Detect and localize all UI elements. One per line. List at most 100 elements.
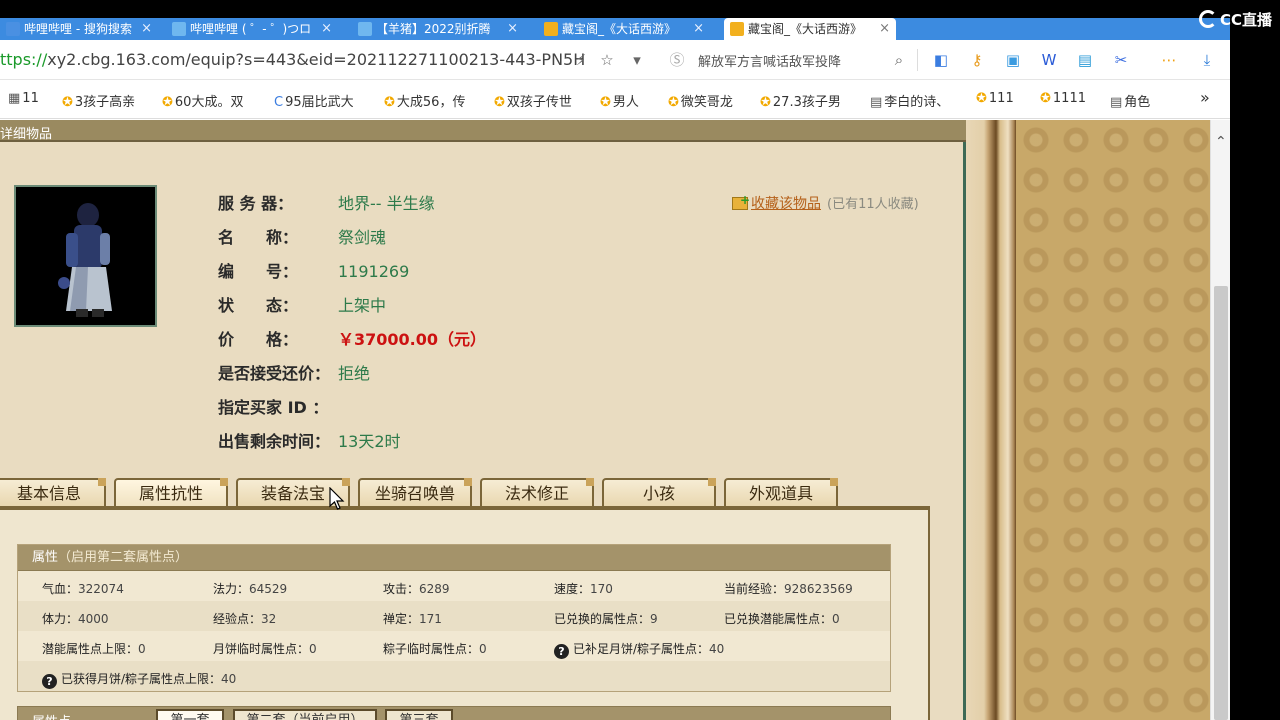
buyer-row: 指定买家 ID ： bbox=[218, 394, 338, 417]
bookmark-item[interactable]: ✪ 男人 bbox=[600, 91, 639, 110]
bookmark-item[interactable]: ▤ 李白的诗、 bbox=[870, 91, 949, 110]
browser-tab-label: 哔哩哔哩 ( ゜- ゜)つロ bbox=[190, 22, 312, 36]
name-label: 名 称： bbox=[218, 228, 299, 247]
search-icon[interactable]: ⌕ bbox=[890, 51, 908, 69]
subtab-set-1[interactable]: 第一套 bbox=[156, 709, 224, 720]
decorative-frame bbox=[966, 120, 1016, 720]
bookmarks-more-button[interactable]: » bbox=[1200, 88, 1210, 107]
bookmark-item[interactable]: ✪ 111 bbox=[976, 91, 1014, 106]
close-icon[interactable]: × bbox=[507, 18, 518, 40]
server-value: 地界-- 半生缘 bbox=[338, 194, 435, 213]
bookmark-item[interactable]: ✪ 双孩子传世 bbox=[494, 91, 572, 110]
server-row: 服 务 器： 地界-- 半生缘 bbox=[218, 190, 435, 213]
bookmark-item[interactable]: ✪ 微笑哥龙 bbox=[668, 91, 733, 110]
name-row: 名 称： 祭剑魂 bbox=[218, 224, 387, 247]
sogou-icon bbox=[6, 22, 20, 36]
price-value: ￥37000.00（元） bbox=[338, 330, 487, 349]
tab-6[interactable]: 外观道具 bbox=[724, 478, 838, 508]
subtab-set-3[interactable]: 第三套 bbox=[385, 709, 453, 720]
close-icon[interactable]: × bbox=[693, 18, 704, 40]
browser-tab[interactable]: 藏宝阁_《大话西游》 × bbox=[538, 18, 710, 40]
doc-icon: ▤ bbox=[870, 95, 883, 110]
key-icon[interactable]: ⚷ bbox=[968, 51, 986, 69]
bookmark-item[interactable]: ▤ 角色 bbox=[1110, 91, 1150, 110]
subtab-set-2[interactable]: 第二套（当前启用） bbox=[233, 709, 377, 720]
favorite-area: 收藏该物品 (已有11人收藏) bbox=[732, 193, 919, 213]
bargain-row: 是否接受还价： 拒绝 bbox=[218, 360, 370, 383]
help-icon[interactable]: ? bbox=[42, 674, 57, 689]
remain-value: 13天2时 bbox=[338, 432, 401, 451]
bookmark-item[interactable]: ✪ 1111 bbox=[1040, 91, 1086, 106]
close-icon[interactable]: × bbox=[141, 18, 152, 40]
browser-tab[interactable]: 藏宝阁_《大话西游》 × bbox=[724, 18, 896, 40]
scroll-up-icon[interactable]: ⌃ bbox=[1215, 134, 1227, 150]
attributes-tab-panel: 属性（启用第二套属性点） 气血：322074 法力：64529 攻击：6289 速度：… bbox=[0, 510, 930, 720]
attributes-title: 属性 bbox=[32, 550, 59, 565]
browser-tab[interactable]: 【羊猪】2022别折腾 × bbox=[352, 18, 524, 40]
dropdown-icon[interactable]: ▾ bbox=[628, 51, 646, 69]
star-icon: ✪ bbox=[760, 95, 771, 110]
points-title: 属性点 bbox=[32, 711, 71, 720]
attribute-value: 0 bbox=[309, 642, 317, 656]
favorite-link[interactable]: 收藏该物品 bbox=[751, 196, 821, 212]
scissors-icon[interactable]: ✂ bbox=[1112, 51, 1130, 69]
search-hint[interactable]: 解放军方言喊话敌军投降 bbox=[698, 51, 841, 70]
attributes-section: 属性（启用第二套属性点） 气血：322074 法力：64529 攻击：6289 速度：… bbox=[17, 544, 891, 692]
tab-strip: 哔哩哔哩 - 搜狗搜索 × 哔哩哔哩 ( ゜- ゜)つロ × 【羊猪】2022别折腾 × 藏… bbox=[0, 18, 1230, 40]
id-label: 编 号： bbox=[218, 262, 299, 281]
attribute-value: 6289 bbox=[419, 582, 450, 596]
compat-mode-icon[interactable]: ⚡ bbox=[572, 51, 590, 69]
bookmark-item[interactable]: C 95届比武大 bbox=[274, 91, 354, 110]
recording-top-bar bbox=[0, 0, 1280, 18]
scrollbar-thumb[interactable] bbox=[1214, 286, 1228, 720]
extension-icon[interactable]: ◧ bbox=[932, 51, 950, 69]
attribute-value: 64529 bbox=[249, 582, 288, 596]
browser-tab[interactable]: 哔哩哔哩 ( ゜- ゜)つロ × bbox=[166, 18, 338, 40]
tab-0[interactable]: 基本信息 bbox=[0, 478, 106, 508]
tab-5[interactable]: 小孩 bbox=[602, 478, 716, 508]
attribute: 粽子临时属性点：0 bbox=[383, 640, 487, 657]
page-scrollbar[interactable]: ⌃ bbox=[1210, 120, 1230, 720]
attribute: 已兑换潜能属性点：0 bbox=[724, 610, 840, 627]
bookmark-label: 男人 bbox=[612, 95, 639, 110]
close-icon[interactable]: × bbox=[879, 18, 890, 40]
close-icon[interactable]: × bbox=[321, 18, 332, 40]
help-icon[interactable]: ? bbox=[554, 644, 569, 659]
attribute-value: 32 bbox=[261, 612, 277, 626]
tab-3[interactable]: 坐骑召唤兽 bbox=[358, 478, 472, 508]
status-label: 状 态： bbox=[218, 296, 299, 315]
bookmark-item[interactable]: ✪ 27.3孩子男 bbox=[760, 91, 841, 110]
attribute-row: 体力：4000 经验点：32 禅定：171 已兑换的属性点：9 已兑换潜能属性点：0 bbox=[18, 601, 890, 631]
bookmark-item[interactable]: ✪ 60大成。双 bbox=[162, 91, 243, 110]
c-icon: C bbox=[274, 95, 284, 110]
attributes-subtitle: （启用第二套属性点） bbox=[58, 550, 189, 565]
id-row: 编 号： 1191269 bbox=[218, 258, 409, 281]
url-field[interactable]: ttps://xy2.cbg.163.com/equip?s=443&eid=2… bbox=[0, 50, 585, 69]
browser-tab-label: 藏宝阁_《大话西游》 bbox=[562, 22, 677, 36]
tab-4[interactable]: 法术修正 bbox=[480, 478, 594, 508]
decorative-background bbox=[1016, 120, 1210, 720]
attribute-row: 潜能属性点上限：0 月饼临时属性点：0 粽子临时属性点：0? 已补足月饼/粽子属性点：… bbox=[18, 631, 890, 661]
more-icon[interactable]: ⋯ bbox=[1160, 51, 1178, 69]
bookmark-star-icon[interactable]: ☆ bbox=[598, 51, 616, 69]
attribute-name: 攻击： bbox=[383, 582, 420, 596]
browser-tab[interactable]: 哔哩哔哩 - 搜狗搜索 × bbox=[0, 18, 158, 40]
attribute-name: 已获得月饼/粽子属性点上限： bbox=[61, 672, 222, 686]
screenshot-icon[interactable]: ▤ bbox=[1076, 51, 1094, 69]
browser-tab-label: 藏宝阁_《大话西游》 bbox=[748, 22, 863, 36]
attribute-value: 40 bbox=[221, 672, 237, 686]
download-icon[interactable]: ⤓ bbox=[1198, 51, 1216, 69]
tab-1[interactable]: 属性抗性 bbox=[114, 478, 228, 508]
bookmark-item[interactable]: ✪ 大成56，传 bbox=[384, 91, 465, 110]
attribute: 气血：322074 bbox=[42, 580, 124, 597]
cc-live-logo: CC直播 bbox=[1198, 6, 1272, 32]
translate-icon[interactable]: ▣ bbox=[1004, 51, 1022, 69]
word-icon[interactable]: W bbox=[1040, 51, 1058, 69]
bookmark-item[interactable]: ▦ 11 bbox=[8, 91, 39, 106]
remain-label: 出售剩余时间： bbox=[218, 432, 331, 451]
attribute-value: 170 bbox=[590, 582, 613, 596]
name-value: 祭剑魂 bbox=[338, 228, 387, 247]
cc-brand-text: CC直播 bbox=[1219, 10, 1272, 29]
bookmark-item[interactable]: ✪ 3孩子高亲 bbox=[62, 91, 135, 110]
attribute-value: 9 bbox=[650, 612, 658, 626]
